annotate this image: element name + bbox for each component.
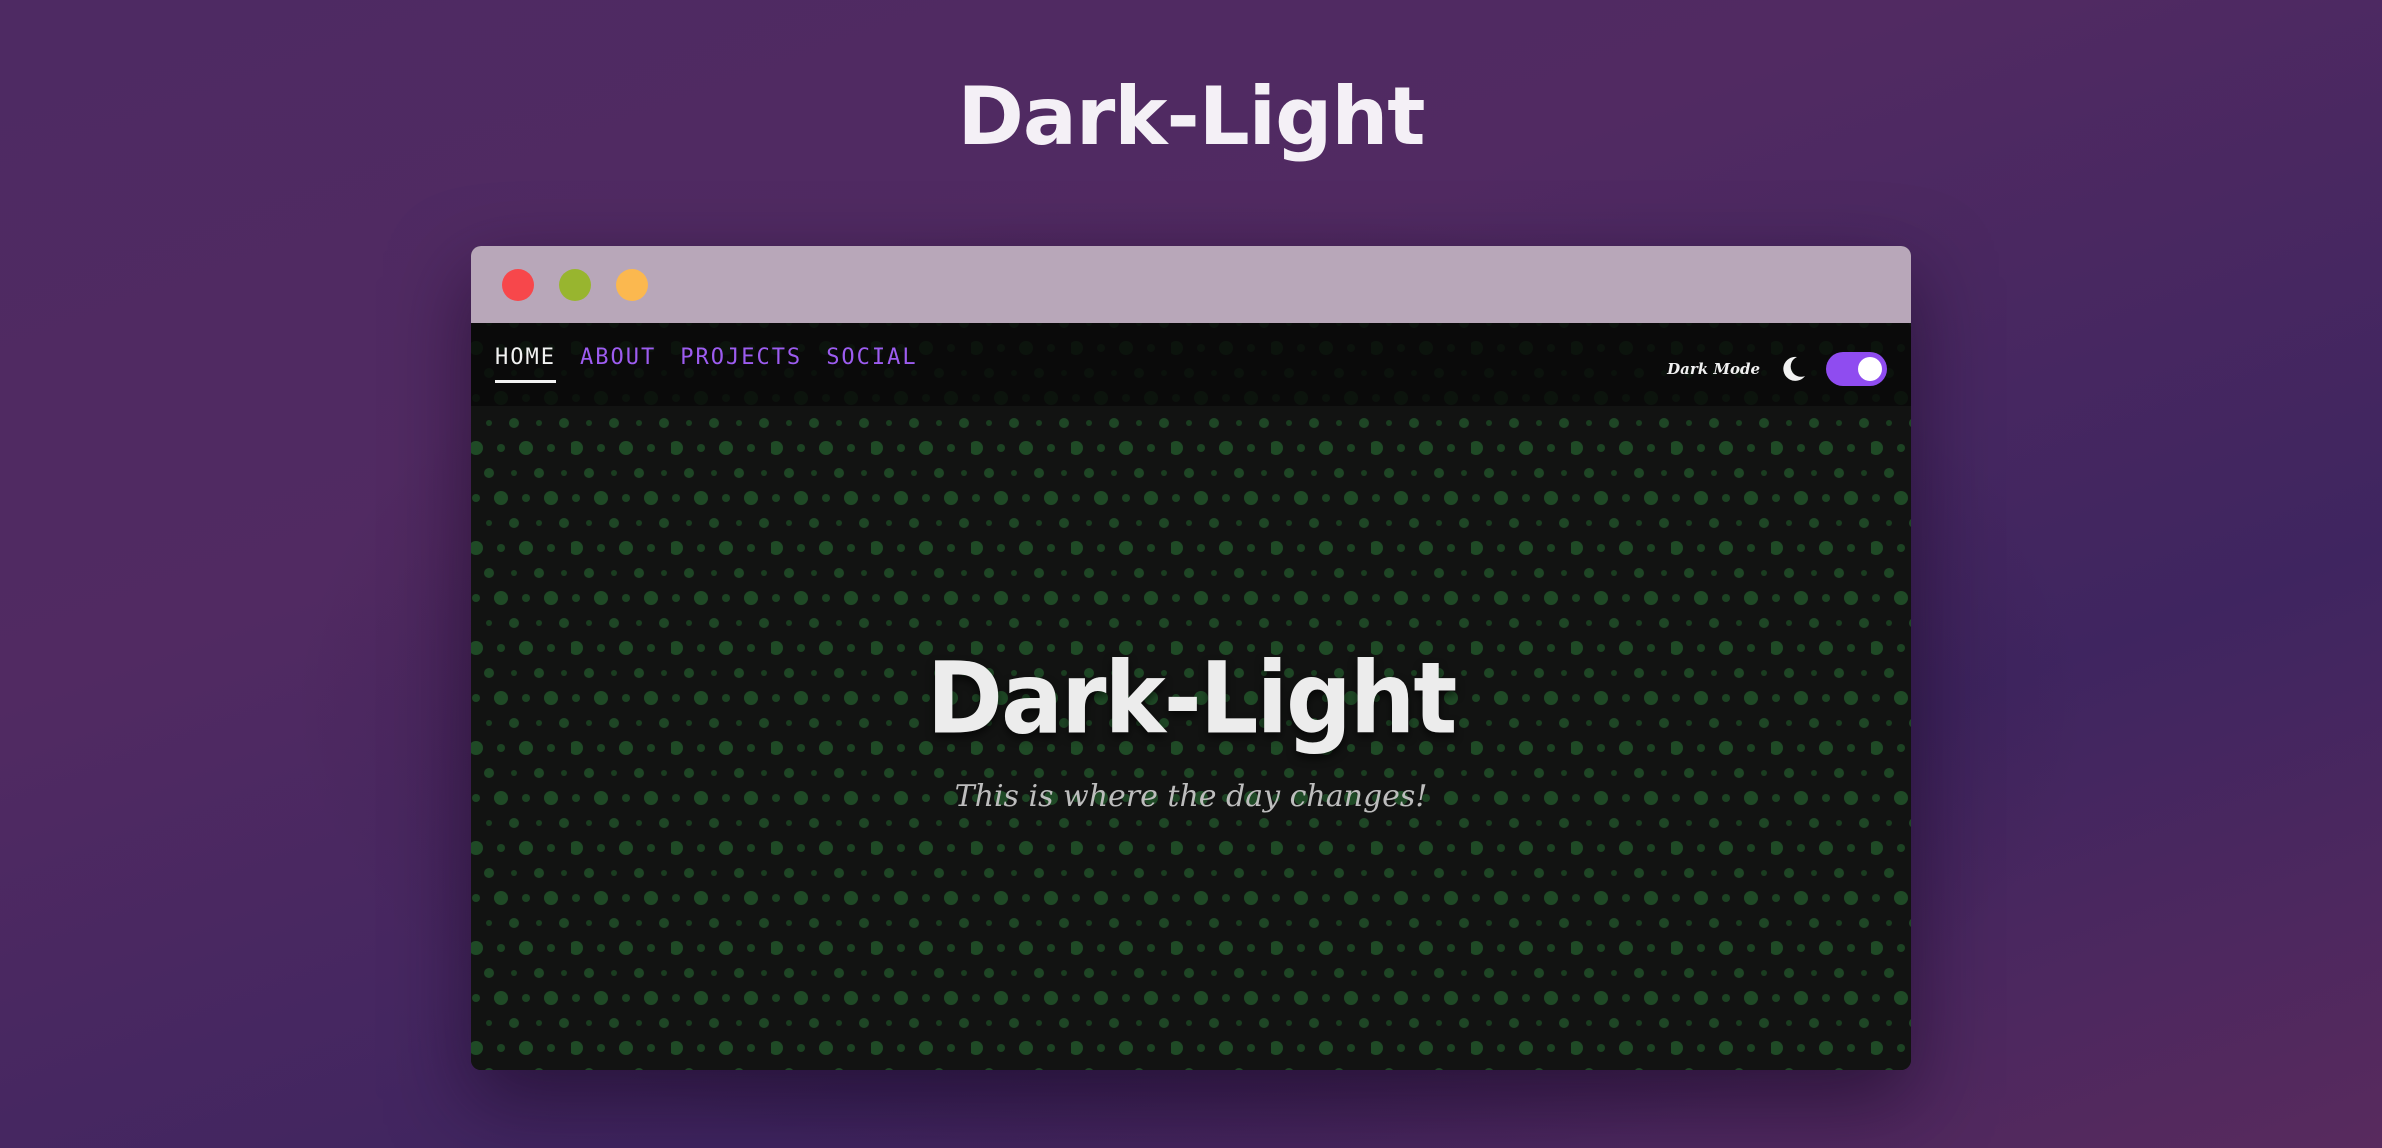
toggle-knob: [1858, 357, 1882, 381]
page-title: Dark-Light: [957, 70, 1425, 163]
dark-mode-toggle[interactable]: [1826, 352, 1887, 386]
nav-link-home[interactable]: HOME: [495, 345, 556, 383]
dark-mode-label: Dark Mode: [1667, 360, 1760, 378]
hero-subtitle: This is where the day changes!: [954, 779, 1428, 814]
top-navbar: HOME ABOUT PROJECTS SOCIAL Dark Mode: [471, 323, 1911, 406]
maximize-window-button[interactable]: [616, 268, 648, 301]
nav-link-about[interactable]: ABOUT: [580, 345, 656, 383]
theme-controls: Dark Mode: [1667, 352, 1887, 386]
hero-title: Dark-Light: [926, 640, 1458, 757]
close-window-button[interactable]: [502, 268, 534, 301]
browser-window: HOME ABOUT PROJECTS SOCIAL Dark Mode Dar…: [471, 246, 1911, 1070]
window-titlebar: [471, 246, 1911, 323]
nav-links: HOME ABOUT PROJECTS SOCIAL: [495, 345, 918, 383]
minimize-window-button[interactable]: [559, 268, 591, 301]
moon-icon: [1783, 356, 1805, 381]
page-viewport: HOME ABOUT PROJECTS SOCIAL Dark Mode Dar…: [471, 323, 1911, 1070]
nav-link-social[interactable]: SOCIAL: [826, 345, 917, 383]
nav-link-projects[interactable]: PROJECTS: [680, 345, 802, 383]
